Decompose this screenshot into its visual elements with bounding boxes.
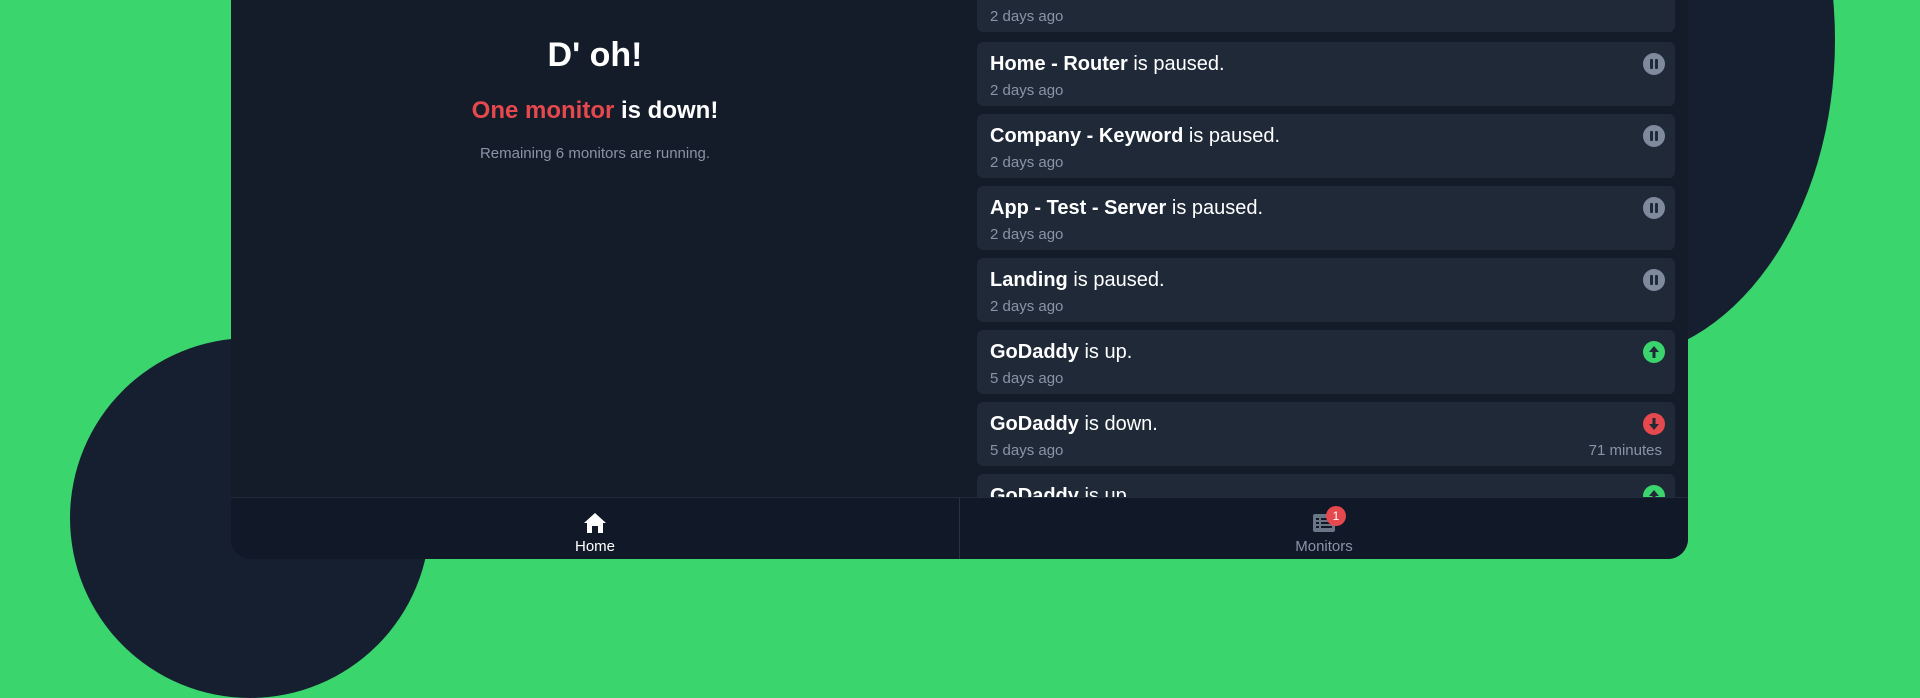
event-message: is up.: [1078, 341, 1133, 363]
monitor-name: Company - Keyword: [990, 125, 1184, 147]
monitor-name: Home - Router: [990, 53, 1128, 75]
monitor-name: GoDaddy: [990, 485, 1079, 497]
event-text: Landing is paused.: [990, 269, 1165, 292]
list-item[interactable]: GoDaddy is up.: [977, 474, 1675, 497]
event-time: 2 days ago: [990, 8, 1064, 25]
monitors-badge: 1: [1326, 506, 1346, 526]
event-duration: 71 minutes: [1588, 442, 1662, 459]
nav-home-label: Home: [574, 538, 615, 555]
event-text: GoDaddy is down.: [990, 413, 1158, 436]
pause-icon: [1643, 197, 1665, 219]
down-suffix-text: is down!: [614, 97, 719, 124]
status-subtitle: One monitor is down!: [231, 97, 959, 125]
list-item[interactable]: GoDaddy is up. 5 days ago: [977, 330, 1675, 394]
event-message: is up.: [1078, 485, 1133, 497]
list-item[interactable]: Landing is paused. 2 days ago: [977, 258, 1675, 322]
status-panel: D' oh! One monitor is down! Remaining 6 …: [231, 0, 959, 497]
home-icon: [584, 513, 606, 533]
pause-icon: [1643, 53, 1665, 75]
arrow-up-icon: [1643, 485, 1665, 497]
app-window: D' oh! One monitor is down! Remaining 6 …: [231, 0, 1688, 559]
arrow-down-icon: [1643, 413, 1665, 435]
monitor-name: Landing: [990, 269, 1068, 291]
event-time: 2 days ago: [990, 298, 1064, 315]
event-text: Home - Router is paused.: [990, 53, 1225, 76]
event-text: App - Test - Server is paused.: [990, 197, 1263, 220]
pause-icon: [1643, 125, 1665, 147]
event-message: is paused.: [1127, 53, 1225, 75]
monitor-name: App - Test - Server: [990, 197, 1167, 219]
status-note: Remaining 6 monitors are running.: [479, 145, 711, 162]
event-time: 5 days ago: [990, 442, 1064, 459]
nav-monitors-label: Monitors: [1295, 538, 1353, 555]
list-item[interactable]: GoDaddy is down. 5 days ago 71 minutes: [977, 402, 1675, 466]
pause-icon: [1643, 269, 1665, 291]
bottom-nav: Home 1 Monitors: [231, 497, 1688, 559]
list-item[interactable]: Home - Router is paused. 2 days ago: [977, 42, 1675, 106]
event-time: 2 days ago: [990, 154, 1064, 171]
event-message: is paused.: [1183, 125, 1281, 147]
nav-home[interactable]: Home: [231, 498, 959, 559]
event-time: 2 days ago: [990, 226, 1064, 243]
event-text: GoDaddy is up.: [990, 341, 1132, 364]
event-text: GoDaddy is up.: [990, 485, 1132, 497]
event-message: is paused.: [1166, 197, 1264, 219]
monitor-name: GoDaddy: [990, 341, 1079, 363]
event-text: Company - Keyword is paused.: [990, 125, 1280, 148]
event-time: 5 days ago: [990, 370, 1064, 387]
monitor-name: GoDaddy: [990, 413, 1079, 435]
status-title: D' oh!: [547, 36, 643, 74]
list-item[interactable]: Company - Keyword is paused. 2 days ago: [977, 114, 1675, 178]
list-item[interactable]: App - Test - Server is paused. 2 days ago: [977, 186, 1675, 250]
nav-monitors[interactable]: 1 Monitors: [960, 498, 1688, 559]
event-message: is paused.: [1067, 269, 1165, 291]
event-list[interactable]: 2 days ago Home - Router is paused. 2 day…: [977, 0, 1675, 497]
event-message: is down.: [1078, 413, 1158, 435]
event-time: 2 days ago: [990, 82, 1064, 99]
down-count-text[interactable]: One monitor: [472, 97, 615, 124]
arrow-up-icon: [1643, 341, 1665, 363]
list-item-partial[interactable]: 2 days ago: [977, 0, 1675, 32]
